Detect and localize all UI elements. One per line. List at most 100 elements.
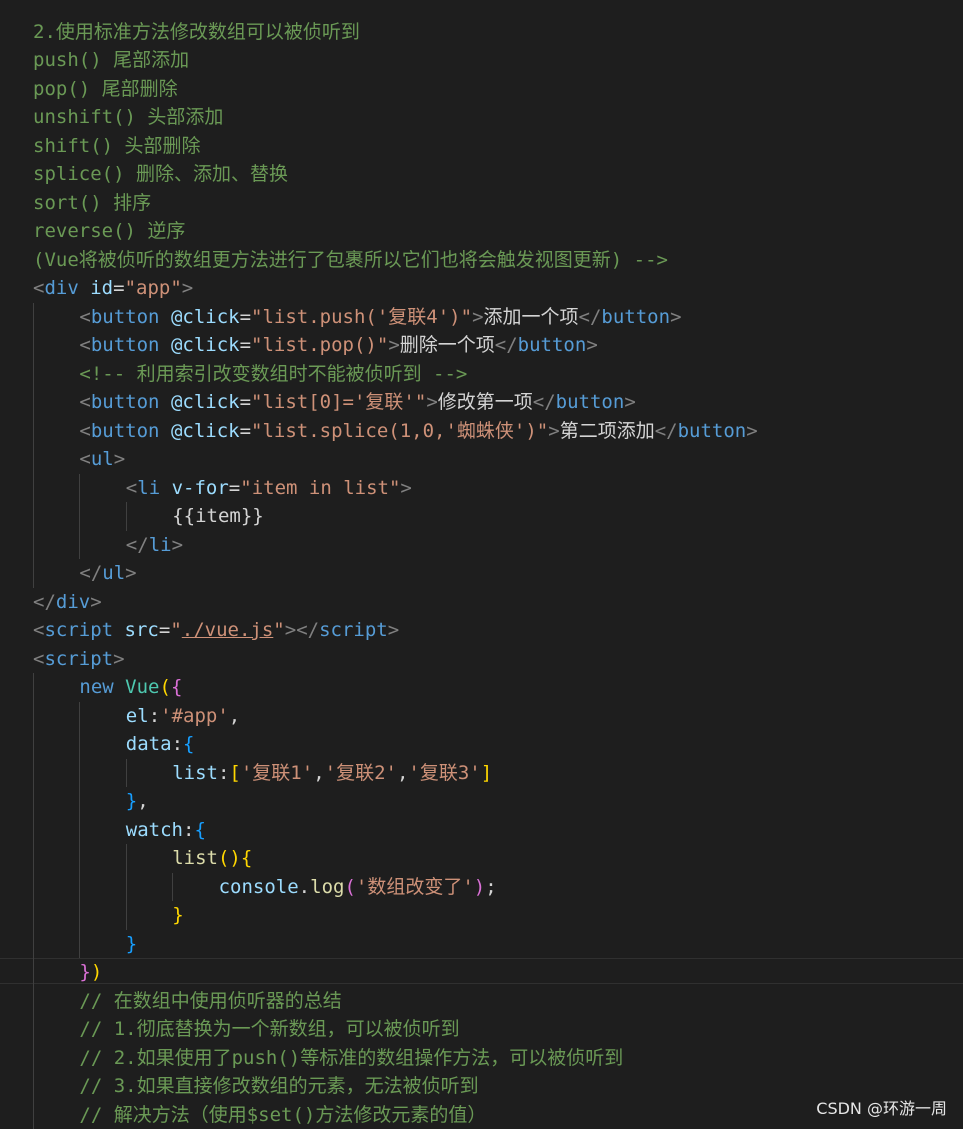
- code-token: // 2.如果使用了push()等标准的数组操作方法，可以被侦听到: [79, 1046, 624, 1069]
- code-line: data:{: [126, 730, 195, 759]
- indent-guide: [125, 758, 127, 787]
- code-token: <: [33, 619, 45, 641]
- code-line: console.log('数组改变了');: [219, 873, 497, 902]
- code-token: ): [473, 875, 486, 898]
- code-line: shift() 头部删除: [33, 132, 201, 161]
- code-token: (Vue将被侦听的数组更方法进行了包裹所以它们也将会触发视图更新) -->: [33, 248, 668, 271]
- code-token: :: [183, 818, 195, 841]
- code-token: 第二项添加: [559, 419, 655, 442]
- code-token: '复联2': [324, 761, 397, 784]
- code-line: // 2.如果使用了push()等标准的数组操作方法，可以被侦听到: [79, 1044, 623, 1073]
- code-line: reverse() 逆序: [33, 217, 185, 246]
- code-line: new Vue({: [79, 673, 182, 702]
- code-token: </: [125, 533, 149, 556]
- code-line: </ul>: [79, 559, 136, 588]
- code-token: <: [33, 277, 45, 299]
- code-line: <button @click="list[0]='复联'">修改第一项</but…: [79, 388, 635, 417]
- code-token: unshift() 头部添加: [33, 106, 224, 128]
- code-token: shift() 头部删除: [33, 134, 201, 157]
- code-token: ": [273, 619, 285, 641]
- indent-guide: [172, 872, 174, 901]
- code-editor[interactable]: 2.使用标准方法修改数组可以被侦听到 push() 尾部添加 pop() 尾部删除 u…: [0, 0, 963, 1129]
- code-token: =: [158, 619, 171, 641]
- code-token: ul: [90, 448, 114, 470]
- code-line: <div id="app">: [33, 274, 193, 303]
- code-token: ></: [284, 619, 320, 641]
- code-token: '复联1': [240, 761, 314, 784]
- code-line: <ul>: [79, 445, 125, 474]
- code-token: =: [113, 277, 125, 299]
- code-line: <button @click="list.push('复联4')">添加一个项<…: [79, 303, 681, 332]
- code-token: Vue: [125, 676, 160, 698]
- code-token: "list.pop()": [251, 334, 389, 356]
- code-token: li: [148, 533, 172, 556]
- code-token: >: [171, 533, 184, 556]
- code-token: =: [228, 476, 241, 499]
- code-line: unshift() 头部添加: [33, 103, 223, 132]
- code-token: script: [44, 619, 114, 641]
- code-line: // 3.如果直接修改数组的元素，无法被侦听到: [79, 1072, 478, 1101]
- code-line: (Vue将被侦听的数组更方法进行了包裹所以它们也将会触发视图更新) -->: [33, 246, 668, 275]
- code-token: "app": [124, 277, 182, 299]
- code-token: <: [79, 334, 91, 356]
- indent-guide: [79, 473, 81, 559]
- code-line: <script>: [33, 645, 125, 674]
- code-token: watch: [125, 818, 183, 841]
- code-token: >: [400, 476, 412, 499]
- code-token: =: [239, 419, 252, 442]
- code-token: {{item}}: [172, 505, 264, 527]
- code-line: <li v-for="item in list">: [126, 474, 412, 503]
- code-token: ;: [485, 875, 497, 898]
- code-line: </li>: [126, 531, 183, 560]
- code-token: list: [172, 761, 218, 784]
- code-token: ,: [313, 761, 325, 784]
- code-token: '#app': [160, 704, 229, 727]
- code-token: li: [137, 476, 161, 499]
- code-token: </: [33, 590, 56, 613]
- code-line: list:['复联1','复联2','复联3']: [172, 759, 492, 788]
- code-token: =: [239, 305, 252, 328]
- indent-guide: [33, 302, 34, 588]
- code-line: 2.使用标准方法修改数组可以被侦听到: [33, 18, 360, 47]
- code-token: ul: [102, 562, 126, 584]
- code-token: console: [218, 875, 299, 898]
- code-token: <: [125, 476, 138, 499]
- code-line: // 1.彻底替换为一个新数组，可以被侦听到: [79, 1015, 459, 1044]
- code-token: .: [298, 875, 311, 898]
- code-token: {: [170, 676, 183, 698]
- code-token: </: [654, 419, 678, 442]
- code-token: button: [601, 305, 671, 328]
- code-token: >: [90, 590, 102, 613]
- code-token: button: [90, 305, 160, 328]
- code-token: <: [79, 419, 91, 442]
- code-token: }: [125, 790, 138, 812]
- code-token: [: [229, 761, 241, 784]
- code-line: el:'#app',: [126, 702, 240, 731]
- code-token: '复联3': [408, 761, 481, 784]
- code-token: >: [181, 277, 194, 299]
- code-token: 修改第一项: [437, 391, 533, 413]
- code-token: push() 尾部添加: [33, 49, 190, 71]
- code-token: @click: [170, 305, 240, 328]
- code-token: v-for: [171, 476, 229, 499]
- code-token: // 在数组中使用侦听器的总结: [79, 989, 342, 1012]
- code-line: }: [126, 930, 137, 959]
- code-token: </: [532, 391, 556, 413]
- code-token: '数组改变了': [355, 875, 474, 898]
- code-token: }: [79, 961, 91, 983]
- code-token: <!-- 利用索引改变数组时不能被侦听到 -->: [79, 362, 468, 385]
- code-token: <: [79, 305, 91, 328]
- code-token: }: [172, 904, 184, 926]
- code-token: :: [148, 704, 161, 727]
- code-token: {: [240, 847, 253, 869]
- code-token: >: [125, 562, 137, 584]
- code-token: ): [90, 961, 103, 983]
- code-token: reverse() 逆序: [33, 220, 186, 242]
- code-token: {: [183, 733, 195, 755]
